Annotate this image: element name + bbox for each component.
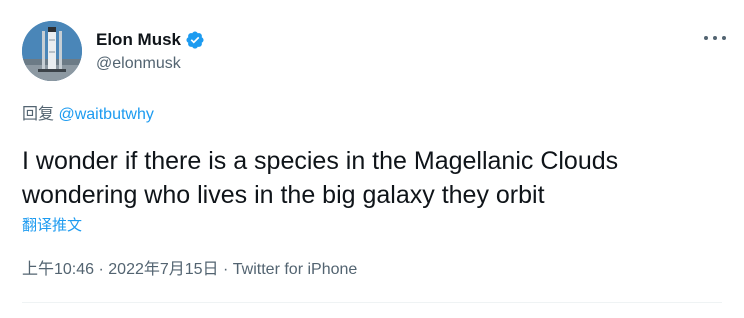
meta-separator: · — [94, 261, 109, 278]
translate-tweet-link[interactable]: 翻译推文 — [22, 216, 82, 236]
more-horizontal-icon-dot — [704, 36, 708, 40]
author-name-row[interactable]: Elon Musk — [96, 29, 205, 51]
avatar[interactable] — [22, 21, 82, 81]
more-options-button[interactable] — [704, 28, 726, 48]
more-horizontal-icon-dot — [722, 36, 726, 40]
verified-badge-icon — [186, 31, 204, 49]
author-name[interactable]: Elon Musk — [96, 29, 181, 51]
more-horizontal-icon-dot — [713, 36, 717, 40]
avatar-rocket-image — [22, 21, 82, 81]
author-handle[interactable]: @elonmusk — [96, 53, 181, 75]
tweet: Elon Musk @elonmusk 回复 @waitbutwhy I won… — [0, 0, 744, 318]
reply-prefix: 回复 — [22, 106, 55, 123]
meta-separator: · — [218, 261, 233, 278]
replying-to: 回复 @waitbutwhy — [22, 104, 154, 126]
tweet-meta: 上午10:46 · 2022年7月15日 · Twitter for iPhon… — [22, 259, 357, 281]
tweet-source: Twitter for iPhone — [232, 261, 358, 278]
tweet-text-line: wondering who lives in the big galaxy th… — [22, 181, 545, 209]
tweet-time-link[interactable]: 上午10:46 — [22, 261, 94, 278]
tweet-text-line: I wonder if there is a species in the Ma… — [22, 147, 619, 175]
tweet-text: I wonder if there is a species in the Ma… — [22, 144, 722, 212]
reply-mention-link[interactable]: @waitbutwhy — [58, 106, 153, 123]
tweet-date-link[interactable]: 2022年7月15日 — [108, 261, 218, 278]
divider — [22, 302, 722, 303]
